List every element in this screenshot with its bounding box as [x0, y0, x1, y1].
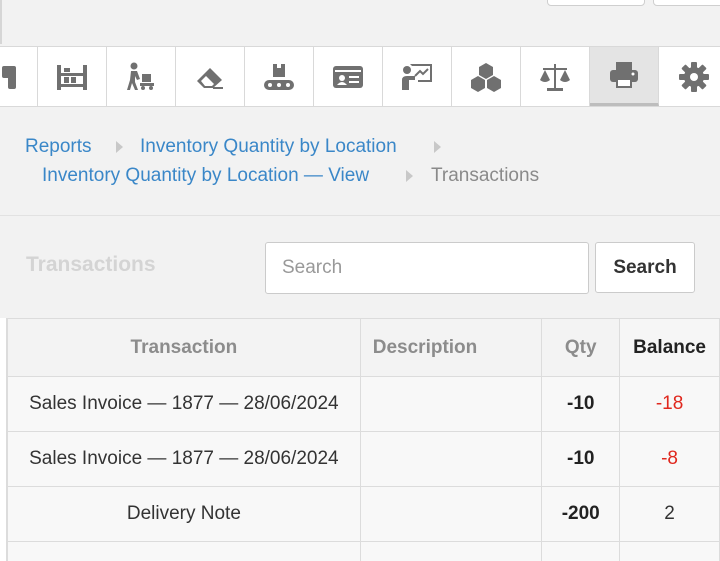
printer-icon — [610, 62, 638, 88]
page-title: Transactions — [26, 253, 156, 276]
tool-shelf[interactable] — [38, 47, 107, 106]
cell-balance: 2 — [619, 486, 720, 542]
table-row[interactable]: Sales Invoice — 1877 — 28/06/2024 -10 -8 — [7, 431, 720, 487]
cell-qty: -10 — [541, 376, 621, 432]
gear-icon — [678, 61, 709, 92]
table-row[interactable]: Delivery Note -200 2 — [7, 486, 720, 542]
breadcrumb: Reports Inventory Quantity by Location I… — [0, 107, 720, 216]
top-button-left[interactable] — [547, 0, 645, 6]
top-strip — [0, 0, 720, 46]
chevron-right-icon — [116, 141, 123, 153]
chevron-right-icon — [406, 170, 413, 182]
column-header-qty[interactable]: Qty — [541, 318, 621, 377]
tool-id-card[interactable] — [314, 47, 383, 106]
module-toolbar — [0, 46, 720, 107]
balance-scale-icon — [540, 63, 570, 91]
column-header-description[interactable]: Description — [359, 318, 543, 377]
chevron-right-icon — [434, 141, 441, 153]
tool-worker[interactable] — [107, 47, 176, 106]
tool-conveyor[interactable] — [245, 47, 314, 106]
tool-printer[interactable] — [590, 47, 659, 106]
table-header-row: Transaction Description Qty Balance — [7, 318, 720, 377]
transactions-table-container: Transaction Description Qty Balance Sale… — [0, 318, 720, 561]
presentation-chart-icon — [402, 63, 432, 90]
cell-description — [359, 486, 543, 542]
eraser-icon — [197, 67, 223, 89]
cell-transaction: Delivery Note — [7, 486, 361, 542]
tool-scanner[interactable] — [0, 47, 38, 106]
tool-eraser[interactable] — [176, 47, 245, 106]
cell-balance — [619, 541, 720, 561]
table-row[interactable]: Sales Invoice — 1877 — 28/06/2024 -10 -1… — [7, 376, 720, 432]
cell-transaction — [7, 541, 361, 561]
column-header-balance[interactable]: Balance — [619, 318, 720, 377]
shelf-icon — [57, 64, 87, 90]
tool-cubes[interactable] — [452, 47, 521, 106]
worker-cart-icon — [127, 62, 154, 90]
cell-transaction: Sales Invoice — 1877 — 28/06/2024 — [7, 431, 361, 487]
cell-description — [359, 541, 543, 561]
cell-transaction: Sales Invoice — 1877 — 28/06/2024 — [7, 376, 361, 432]
table-row[interactable] — [7, 541, 720, 561]
search-input[interactable] — [265, 242, 589, 294]
breadcrumb-inventory-by-location[interactable]: Inventory Quantity by Location — [140, 136, 397, 158]
column-header-transaction[interactable]: Transaction — [7, 318, 361, 377]
id-card-icon — [333, 65, 363, 88]
tool-balance[interactable] — [521, 47, 590, 106]
cell-qty: -10 — [541, 431, 621, 487]
tool-presentation[interactable] — [383, 47, 452, 106]
cell-description — [359, 431, 543, 487]
cubes-icon — [471, 62, 501, 92]
cell-balance: -8 — [619, 431, 720, 487]
breadcrumb-inventory-view[interactable]: Inventory Quantity by Location — View — [42, 165, 369, 187]
cell-qty: -200 — [541, 486, 621, 542]
tool-settings[interactable] — [659, 47, 720, 106]
page-header: Transactions Search — [0, 216, 720, 318]
top-button-right[interactable] — [653, 0, 720, 6]
breadcrumb-current: Transactions — [431, 165, 540, 186]
search-button[interactable]: Search — [595, 242, 695, 293]
cell-balance: -18 — [619, 376, 720, 432]
transactions-table: Transaction Description Qty Balance Sale… — [7, 318, 720, 561]
scanner-icon — [1, 65, 16, 89]
conveyor-icon — [264, 63, 294, 90]
breadcrumb-reports[interactable]: Reports — [25, 136, 92, 158]
window-edge — [0, 0, 2, 44]
cell-qty — [541, 541, 621, 561]
cell-description — [359, 376, 543, 432]
